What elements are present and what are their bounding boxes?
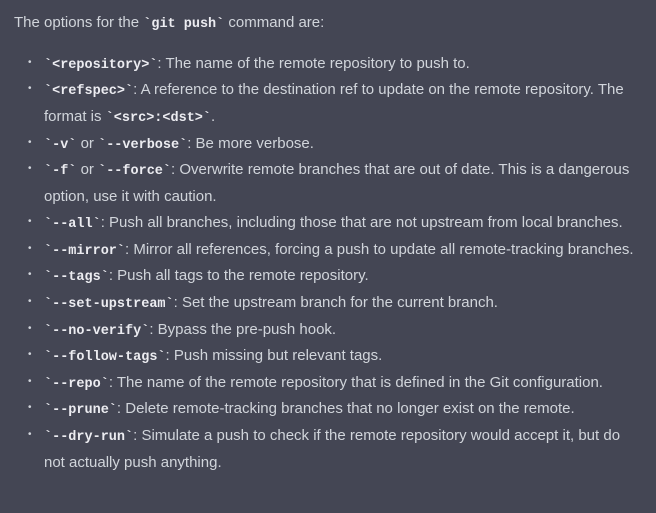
option-flag: `--all` [44,217,101,232]
option-desc: : Mirror all references, forcing a push … [125,241,634,258]
option-flag: `-f` [44,164,76,179]
intro-paragraph: The options for the `git push` command a… [14,10,642,37]
intro-suffix: command are: [224,14,324,31]
option-desc: : Be more verbose. [187,135,314,152]
options-list: `<repository>`: The name of the remote r… [14,51,642,476]
option-flag: `--dry-run` [44,430,133,445]
option-flag: `--no-verify` [44,324,149,339]
option-flag: `<src>:<dst>` [106,111,211,126]
option-desc: : The name of the remote repository to p… [157,55,469,72]
intro-prefix: The options for the [14,14,143,31]
list-item: `--tags`: Push all tags to the remote re… [28,263,642,290]
list-item: `--dry-run`: Simulate a push to check if… [28,423,642,476]
list-item: `--follow-tags`: Push missing but releva… [28,343,642,370]
option-desc: : Push missing but relevant tags. [166,347,383,364]
list-item: `<refspec>`: A reference to the destinat… [28,77,642,130]
list-item: `--all`: Push all branches, including th… [28,210,642,237]
option-flag: `--tags` [44,270,109,285]
intro-cmd: `git push` [143,17,224,32]
list-item: `--repo`: The name of the remote reposit… [28,370,642,397]
option-flag: `-v` [44,138,76,153]
list-item: `--no-verify`: Bypass the pre-push hook. [28,317,642,344]
option-desc: : Push all tags to the remote repository… [109,267,369,284]
list-item: `--mirror`: Mirror all references, forci… [28,237,642,264]
option-flag: `--set-upstream` [44,297,174,312]
option-flag: `--mirror` [44,244,125,259]
list-item: `--prune`: Delete remote-tracking branch… [28,396,642,423]
option-flag: `<repository>` [44,58,157,73]
list-item: `-v` or `--verbose`: Be more verbose. [28,131,642,158]
option-desc: : Push all branches, including those tha… [101,214,623,231]
option-desc: : Delete remote-tracking branches that n… [117,400,575,417]
option-flag: `--repo` [44,377,109,392]
option-flag: `--verbose` [98,138,187,153]
option-flag: `--force` [98,164,171,179]
option-flag: `--prune` [44,403,117,418]
option-sep: or [76,135,98,152]
option-desc: : Bypass the pre-push hook. [149,321,336,338]
option-flag: `<refspec>` [44,84,133,99]
list-item: `--set-upstream`: Set the upstream branc… [28,290,642,317]
option-desc: : Set the upstream branch for the curren… [174,294,498,311]
option-desc: . [211,108,215,125]
document-body: The options for the `git push` command a… [0,0,656,486]
option-sep: or [76,161,98,178]
list-item: `<repository>`: The name of the remote r… [28,51,642,78]
list-item: `-f` or `--force`: Overwrite remote bran… [28,157,642,210]
option-flag: `--follow-tags` [44,350,166,365]
option-desc: : The name of the remote repository that… [109,374,603,391]
